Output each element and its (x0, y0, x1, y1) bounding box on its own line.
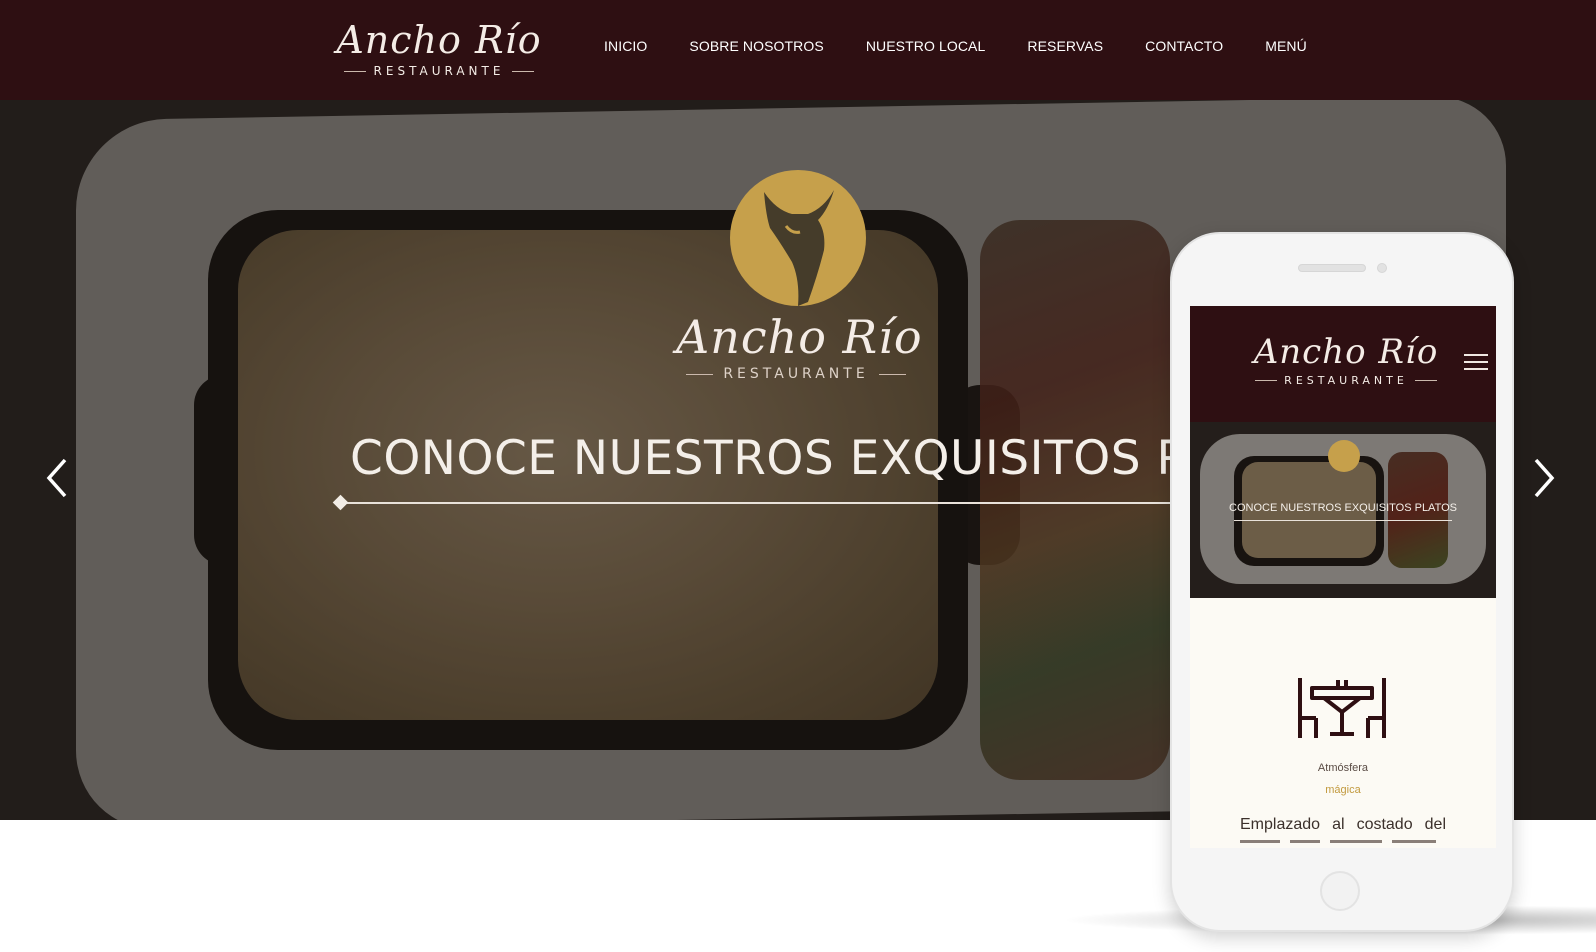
header-logo[interactable]: Ancho Río RESTAURANTE (336, 18, 542, 78)
mobile-logo[interactable]: Ancho Río RESTAURANTE (1248, 332, 1444, 387)
hero-logo: Ancho Río RESTAURANTE (676, 310, 923, 382)
hero-logo-script-name: Ancho Río (676, 310, 923, 364)
mobile-logo-script-name: Ancho Río (1253, 332, 1439, 372)
nav-item-inicio[interactable]: INICIO (604, 38, 647, 54)
nav-item-reservas[interactable]: RESERVAS (1027, 38, 1103, 54)
hero-logo-subtitle: RESTAURANTE (676, 366, 916, 382)
mobile-logo-subtitle: RESTAURANTE (1248, 374, 1444, 387)
logo-script-name: Ancho Río (336, 18, 542, 62)
hero-divider (340, 502, 1170, 504)
mobile-bull-emblem-icon (1328, 440, 1360, 472)
mobile-hero-divider (1234, 520, 1452, 521)
feature-sublabel: mágica (1325, 784, 1361, 796)
phone-speaker (1298, 264, 1366, 272)
main-nav: INICIO SOBRE NOSOTROS NUESTRO LOCAL RESE… (604, 38, 1349, 54)
feature-text: Emplazado al costado del (1240, 816, 1446, 833)
nav-item-sobre-nosotros[interactable]: SOBRE NOSOTROS (689, 38, 823, 54)
phone-mockup: Ancho Río RESTAURANTE CONOCE NUESTROS EX… (1170, 232, 1514, 932)
hamburger-menu-icon[interactable] (1464, 354, 1488, 372)
site-header: Ancho Río RESTAURANTE INICIO SOBRE NOSOT… (0, 0, 1596, 100)
chevron-right-icon[interactable] (1528, 456, 1558, 500)
phone-camera (1377, 263, 1387, 273)
feature-label: Atmósfera (1317, 762, 1369, 774)
nav-item-nuestro-local[interactable]: NUESTRO LOCAL (866, 38, 986, 54)
bull-emblem-icon (730, 170, 866, 306)
mobile-hero-title: CONOCE NUESTROS EXQUISITOS PLATOS (1229, 502, 1457, 514)
phone-screen: Ancho Río RESTAURANTE CONOCE NUESTROS EX… (1190, 306, 1496, 848)
feature-text-cutoff (1240, 840, 1446, 848)
mobile-hero: CONOCE NUESTROS EXQUISITOS PLATOS (1190, 422, 1496, 598)
chevron-left-icon[interactable] (43, 456, 73, 500)
logo-subtitle: RESTAURANTE (336, 64, 542, 78)
nav-item-menu[interactable]: MENÚ (1265, 38, 1307, 54)
mobile-header: Ancho Río RESTAURANTE (1190, 306, 1496, 422)
phone-home-button[interactable] (1320, 871, 1360, 911)
nav-item-contacto[interactable]: CONTACTO (1145, 38, 1223, 54)
hero-title: CONOCE NUESTROS EXQUISITOS PLA (350, 431, 1246, 486)
dining-table-icon (1294, 674, 1390, 742)
